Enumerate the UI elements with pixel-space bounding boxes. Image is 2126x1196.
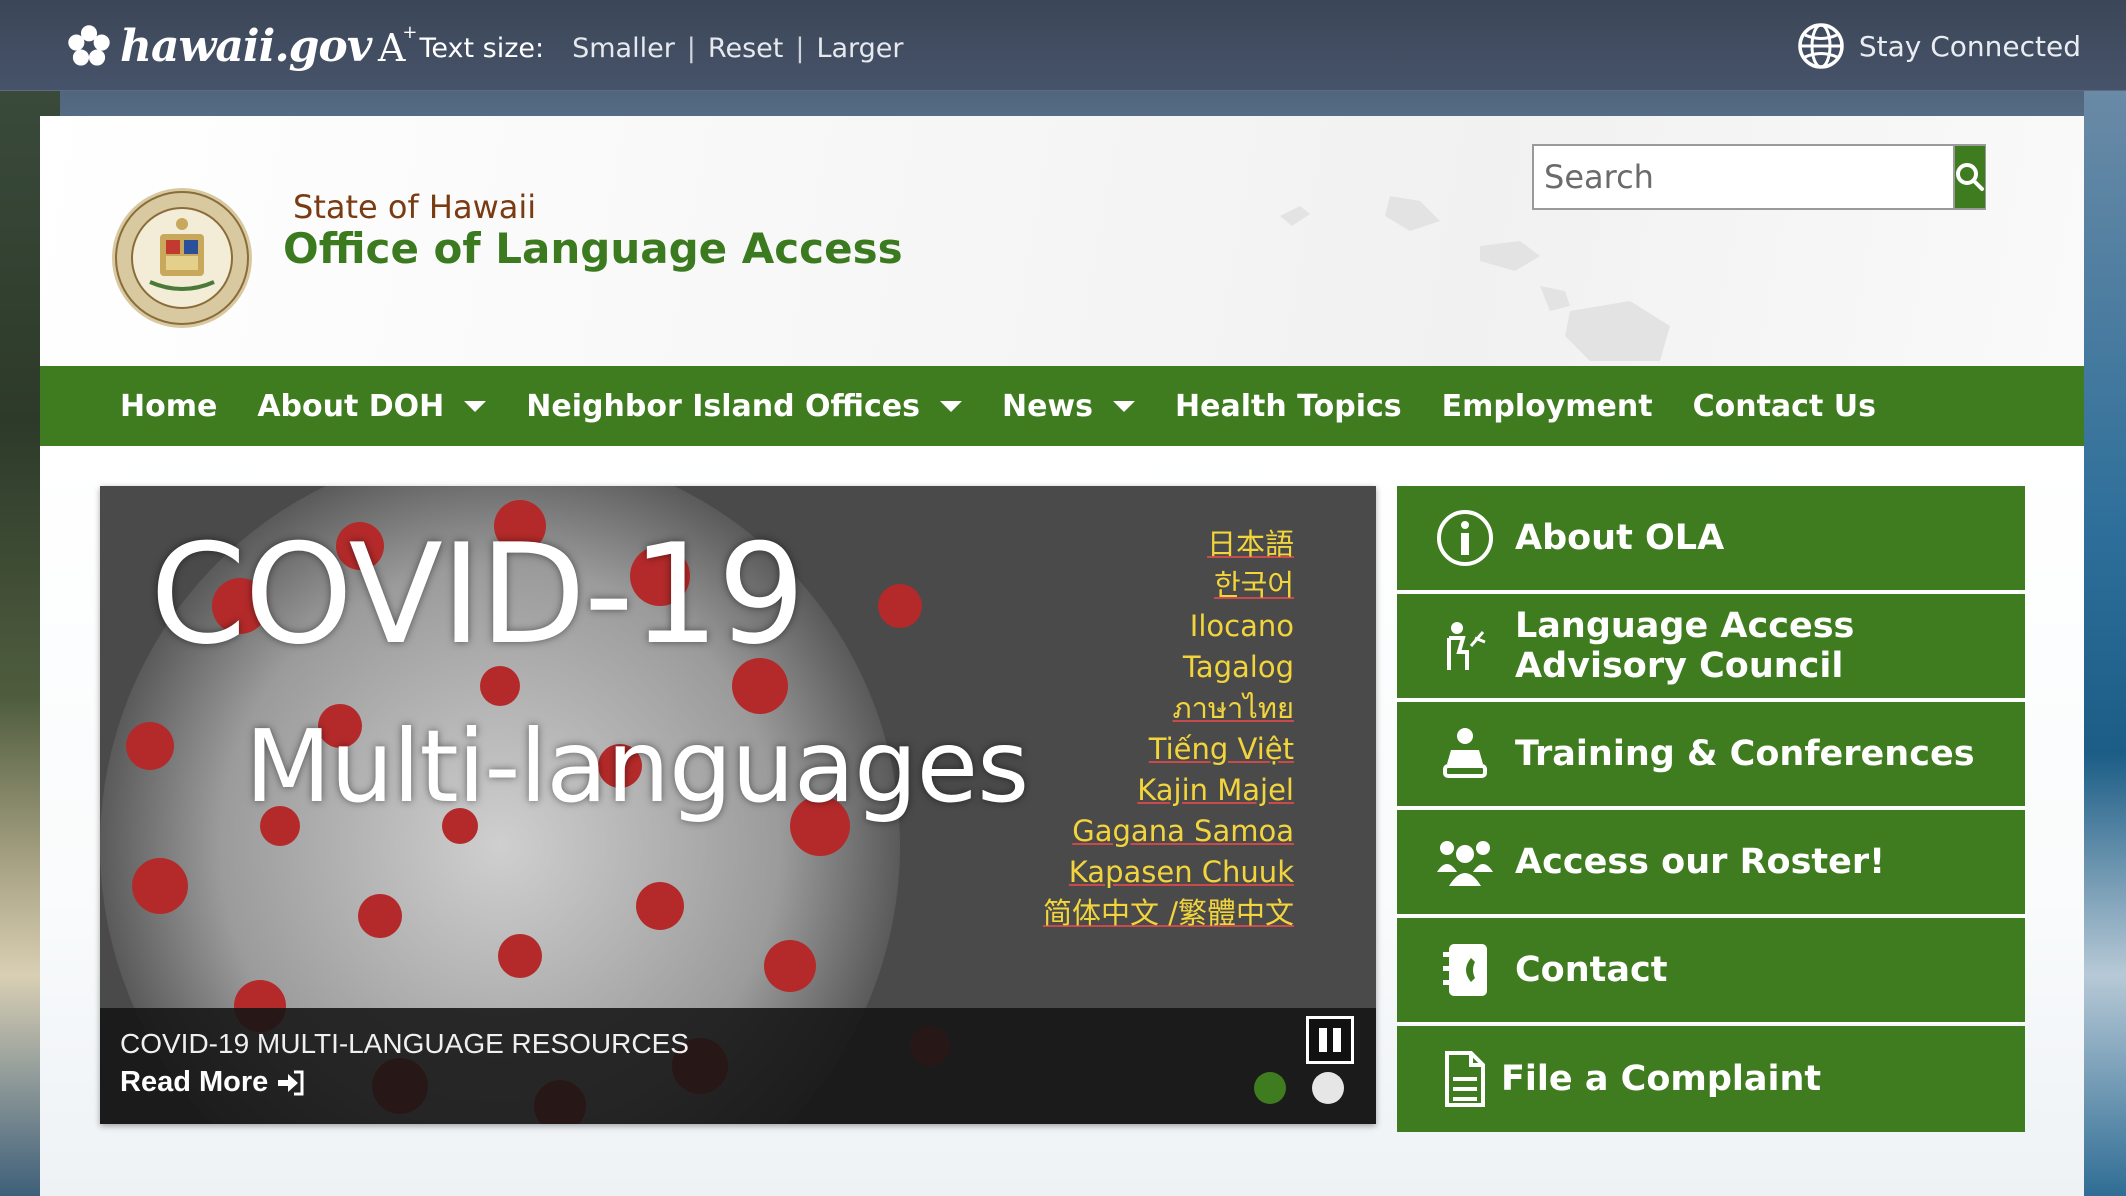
divider: | xyxy=(686,32,696,64)
search-button[interactable] xyxy=(1953,146,1985,208)
main-content: COVID-19 Multi-languages 日本語 한국어 Ilocano… xyxy=(40,446,2084,1196)
language-link-tagalog[interactable]: Tagalog xyxy=(1043,647,1294,688)
language-link-samoan[interactable]: Gagana Samoa xyxy=(1043,811,1294,852)
caret-down-icon xyxy=(1113,400,1135,412)
contact-button[interactable]: Contact xyxy=(1397,918,2025,1024)
caret-down-icon xyxy=(939,400,962,412)
advisory-council-button[interactable]: Language Access Advisory Council xyxy=(1397,594,2025,700)
language-link-japanese[interactable]: 日本語 xyxy=(1043,524,1294,565)
slide-caption: COVID-19 MULTI-LANGUAGE RESOURCES Read M… xyxy=(100,1008,1376,1124)
state-seal-logo[interactable] xyxy=(110,186,254,330)
text-size-label: Text size: xyxy=(419,32,545,64)
nav-label: Contact Us xyxy=(1692,388,1876,424)
address-book-icon xyxy=(1429,934,1501,1006)
about-ola-button[interactable]: About OLA xyxy=(1397,486,2025,592)
nav-label: About DOH xyxy=(257,388,445,424)
globe-icon xyxy=(1798,23,1844,69)
language-list: 日本語 한국어 Ilocano Tagalog ภาษาไทย Tiếng Vi… xyxy=(1043,524,1294,934)
nav-label: News xyxy=(1001,388,1093,424)
label-line: Advisory Council xyxy=(1515,646,1844,686)
stay-connected-link[interactable]: Stay Connected xyxy=(1797,22,2081,70)
nav-label: Health Topics xyxy=(1175,388,1402,424)
nav-item-contact-us[interactable]: Contact Us xyxy=(1693,389,1876,424)
contact-label: Contact xyxy=(1515,950,1668,990)
access-roster-label: Access our Roster! xyxy=(1515,842,1886,882)
pause-icon xyxy=(1333,1028,1341,1052)
search-icon xyxy=(1956,163,1984,191)
page-title[interactable]: Office of Language Access xyxy=(283,224,903,273)
state-of-hawaii-label: State of Hawaii xyxy=(293,188,537,226)
training-icon xyxy=(1429,718,1501,790)
access-roster-button[interactable]: Access our Roster! xyxy=(1397,810,2025,916)
divider: | xyxy=(795,32,805,64)
language-link-ilocano[interactable]: Ilocano xyxy=(1043,606,1294,647)
language-link-marshallese[interactable]: Kajin Majel xyxy=(1043,770,1294,811)
read-more-link[interactable]: Read More xyxy=(120,1066,306,1099)
slide-subhead: Multi-languages xyxy=(245,708,1029,825)
nav-item-news[interactable]: News xyxy=(1002,389,1135,424)
main-navigation: Home About DOH Neighbor Island Offices N… xyxy=(40,366,2084,446)
nav-item-health-topics[interactable]: Health Topics xyxy=(1175,389,1402,424)
nav-label: Employment xyxy=(1441,388,1653,424)
document-icon xyxy=(1429,1043,1501,1115)
slide-indicator-1[interactable] xyxy=(1254,1072,1286,1104)
file-complaint-button[interactable]: File a Complaint xyxy=(1397,1026,2025,1132)
brand-text: hawaii.gov xyxy=(120,20,372,72)
featured-carousel[interactable]: COVID-19 Multi-languages 日本語 한국어 Ilocano… xyxy=(100,486,1376,1124)
nav-item-home[interactable]: Home xyxy=(120,389,217,424)
language-link-thai[interactable]: ภาษาไทย xyxy=(1043,688,1295,729)
council-icon xyxy=(1429,610,1501,682)
hawaii-gov-logo[interactable]: hawaii.gov xyxy=(66,16,372,76)
about-ola-label: About OLA xyxy=(1515,518,1725,558)
language-link-vietnamese[interactable]: Tiếng Việt xyxy=(1043,729,1294,770)
training-conferences-button[interactable]: Training & Conferences xyxy=(1397,702,2025,808)
language-link-chuukese[interactable]: Kapasen Chuuk xyxy=(1043,852,1294,893)
nav-label: Neighbor Island Offices xyxy=(526,388,920,424)
quick-links: About OLA Language Access Advisory Counci… xyxy=(1397,486,2025,1134)
language-link-korean[interactable]: 한국어 xyxy=(1043,565,1294,606)
caption-title: COVID-19 MULTI-LANGUAGE RESOURCES xyxy=(120,1028,689,1059)
file-complaint-label: File a Complaint xyxy=(1501,1059,1822,1099)
text-reset-link[interactable]: Reset xyxy=(708,33,783,64)
slide-indicator-2[interactable] xyxy=(1312,1072,1344,1104)
top-utility-bar: hawaii.gov A + Text size: Smaller | Reset… xyxy=(0,0,2126,91)
stay-connected-label: Stay Connected xyxy=(1858,29,2081,63)
hibiscus-icon xyxy=(68,25,110,66)
search-form xyxy=(1532,144,1986,210)
nav-item-neighbor-island-offices[interactable]: Neighbor Island Offices xyxy=(526,389,962,424)
text-larger-link[interactable]: Larger xyxy=(816,33,903,64)
nav-item-employment[interactable]: Employment xyxy=(1442,389,1653,424)
main-card: State of Hawaii Office of Language Acces… xyxy=(40,116,2084,1196)
group-icon xyxy=(1429,826,1501,898)
background-scenery-right xyxy=(2084,90,2126,1196)
nav-item-about-doh[interactable]: About DOH xyxy=(257,388,487,424)
text-smaller-link[interactable]: Smaller xyxy=(572,33,675,64)
training-conferences-label: Training & Conferences xyxy=(1515,734,1975,774)
language-link-chinese[interactable]: 简体中文 /繁體中文 xyxy=(1043,893,1294,934)
text-size-icon: A + xyxy=(378,22,418,70)
nav-label: Home xyxy=(120,388,218,424)
advisory-council-label: Language Access Advisory Council xyxy=(1515,606,1854,686)
read-more-label: Read More xyxy=(120,1066,269,1098)
label-line: Language Access xyxy=(1515,606,1855,646)
text-size-controls: A + Text size: Smaller | Reset | Larger xyxy=(378,22,904,72)
sign-in-icon xyxy=(278,1070,304,1095)
site-header: State of Hawaii Office of Language Acces… xyxy=(40,116,2084,366)
info-icon xyxy=(1429,502,1501,574)
search-input[interactable] xyxy=(1534,146,1953,208)
pause-icon xyxy=(1319,1028,1327,1052)
slide-headline: COVID-19 xyxy=(150,514,805,675)
caret-down-icon xyxy=(464,400,487,412)
pause-button[interactable] xyxy=(1306,1016,1354,1064)
